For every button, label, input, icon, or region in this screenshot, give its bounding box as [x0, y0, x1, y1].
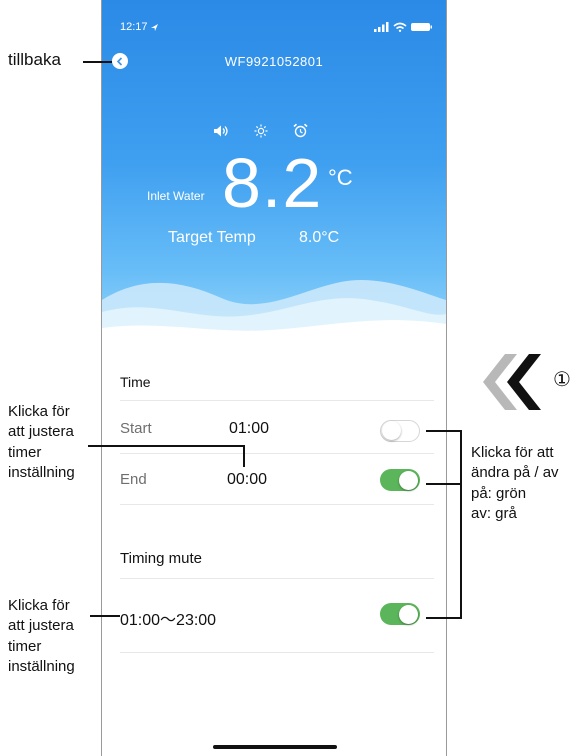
time-row-end[interactable]: End 00:00	[102, 457, 446, 505]
callout-line	[83, 61, 112, 63]
callout-line	[426, 430, 462, 432]
inlet-water-label: Inlet Water	[147, 189, 205, 203]
target-temp-value: 8.0°C	[299, 229, 340, 246]
annotation-line: Klicka för	[8, 597, 70, 614]
callout-line	[243, 445, 245, 467]
annotation-line: att justera	[8, 617, 74, 635]
adjust-timer-annotation-1: Klicka för att justera timer inställning	[8, 402, 75, 483]
current-temperature: 8.2	[222, 144, 323, 222]
status-time: 12:17	[120, 21, 148, 33]
device-title: WF9921052801	[224, 54, 324, 69]
battery-icon	[411, 23, 432, 31]
toggle-help-annotation: Klicka för att ändra på / av på: grön av…	[471, 443, 559, 524]
divider	[120, 652, 434, 653]
toggle-knob	[399, 604, 418, 624]
callout-line	[460, 430, 462, 619]
annotation-line: Klicka för att	[471, 444, 554, 461]
start-label: Start	[120, 420, 152, 437]
mute-toggle[interactable]	[380, 603, 420, 625]
start-time-value[interactable]: 01:00	[229, 420, 269, 438]
time-section-title: Time	[120, 374, 151, 390]
annotation-line: inställning	[8, 463, 75, 481]
timing-mute-row[interactable]: 01:00～23:00	[102, 582, 446, 652]
toggle-knob	[382, 421, 401, 440]
alarm-clock-icon	[293, 123, 308, 138]
annotation-line: timer	[8, 443, 42, 461]
home-indicator[interactable]	[213, 745, 337, 749]
annotation-line: Klicka för	[8, 403, 70, 420]
signal-icon	[374, 22, 389, 32]
annotation-line: ändra på / av	[471, 464, 559, 482]
annotation-line: av: grå	[471, 504, 517, 522]
adjust-timer-annotation-2: Klicka för att justera timer inställning	[8, 596, 75, 677]
callout-line	[90, 615, 120, 617]
end-time-value[interactable]: 00:00	[227, 471, 267, 489]
annotation-line: inställning	[8, 657, 75, 675]
annotation-line: timer	[8, 637, 42, 655]
callout-line	[426, 617, 462, 619]
double-chevron-left-icon	[483, 354, 541, 410]
location-arrow-icon	[151, 24, 158, 31]
back-annotation: tillbaka	[8, 50, 61, 69]
sun-icon	[254, 124, 268, 138]
wifi-icon	[393, 22, 407, 32]
end-label: End	[120, 471, 147, 488]
divider	[120, 400, 434, 401]
annotation-line: på: grön	[471, 484, 527, 502]
mute-time-range[interactable]: 01:00～23:00	[120, 606, 216, 630]
annotation-line: att justera	[8, 423, 74, 441]
wave-decoration	[102, 279, 446, 370]
timing-mute-title: Timing mute	[120, 550, 202, 567]
divider	[120, 504, 434, 505]
start-toggle[interactable]	[380, 420, 420, 442]
toggle-knob	[399, 470, 418, 490]
sound-icon	[214, 125, 228, 137]
callout-line	[88, 445, 244, 447]
callout-line	[426, 483, 462, 485]
divider	[120, 453, 434, 454]
step-number: ①	[553, 369, 571, 391]
temperature-unit: °C	[328, 165, 353, 190]
divider	[120, 578, 434, 579]
phone-screen: 12:17 WF9921052801 Inlet Water 8.2 °C Ta…	[101, 0, 447, 756]
end-toggle[interactable]	[380, 469, 420, 491]
target-temp-label: Target Temp	[168, 229, 256, 246]
